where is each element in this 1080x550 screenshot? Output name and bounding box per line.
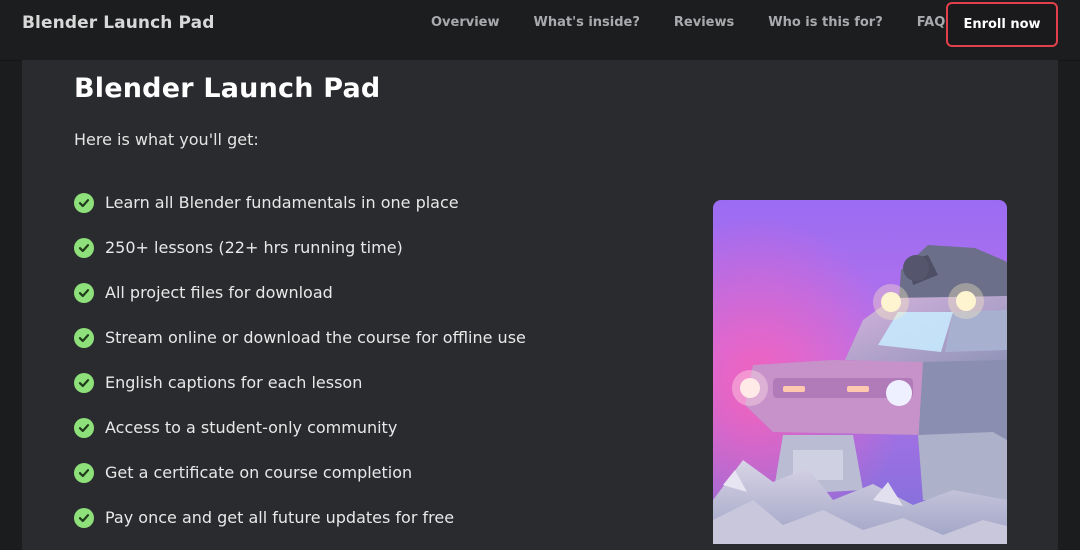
feature-item: All project files for download (74, 270, 526, 315)
brand-logo-text[interactable]: Blender Launch Pad (22, 13, 214, 33)
nav-link-whats-inside[interactable]: What's inside? (534, 15, 640, 30)
feature-text: 250+ lessons (22+ hrs running time) (105, 237, 403, 257)
feature-item: Get a certificate on course completion (74, 450, 526, 495)
benefits-subtitle: Here is what you'll get: (74, 130, 259, 149)
feature-text: Stream online or download the course for… (105, 327, 526, 347)
nav-link-faq[interactable]: FAQ (917, 15, 946, 30)
feature-text: All project files for download (105, 282, 333, 302)
check-icon (74, 327, 94, 348)
check-icon (74, 282, 94, 303)
feature-text: Pay once and get all future updates for … (105, 507, 455, 527)
check-icon (74, 417, 94, 438)
page-title: Blender Launch Pad (74, 73, 381, 104)
nav-link-reviews[interactable]: Reviews (674, 15, 734, 30)
check-icon (74, 237, 94, 258)
feature-item: 250+ lessons (22+ hrs running time) (74, 225, 526, 270)
top-navbar: Blender Launch Pad Overview What's insid… (0, 0, 1080, 61)
course-hero-image (713, 200, 1007, 544)
feature-item: Learn all Blender fundamentals in one pl… (74, 180, 526, 225)
nav-link-overview[interactable]: Overview (431, 15, 500, 30)
stylized-truck-render-image (713, 200, 1007, 544)
nav-link-who-is-this-for[interactable]: Who is this for? (768, 15, 883, 30)
check-icon (74, 507, 94, 528)
feature-item: Pay once and get all future updates for … (74, 495, 526, 540)
feature-text: Get a certificate on course completion (105, 462, 413, 482)
feature-text: Learn all Blender fundamentals in one pl… (105, 192, 459, 212)
feature-item: English captions for each lesson (74, 360, 526, 405)
feature-item: Access to a student-only community (74, 405, 526, 450)
feature-text: English captions for each lesson (105, 372, 363, 392)
check-icon (74, 462, 94, 483)
check-icon (74, 372, 94, 393)
check-icon (74, 192, 94, 213)
nav-links: Overview What's inside? Reviews Who is t… (431, 15, 979, 30)
features-list: Learn all Blender fundamentals in one pl… (74, 180, 526, 540)
enroll-now-button[interactable]: Enroll now (946, 2, 1058, 47)
feature-item: Stream online or download the course for… (74, 315, 526, 360)
feature-text: Access to a student-only community (105, 417, 398, 437)
